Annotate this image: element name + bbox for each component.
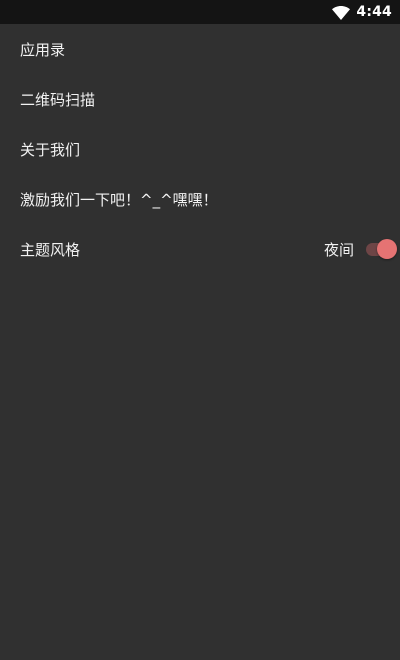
theme-value: 夜间 <box>323 240 354 259</box>
menu-item-label: 二维码扫描 <box>20 90 96 109</box>
status-time: 4:44 <box>356 4 392 20</box>
toggle-thumb <box>377 239 397 259</box>
status-bar: 4:44 <box>0 0 400 24</box>
menu-item-encourage-us[interactable]: 激励我们一下吧！^_^嘿嘿！ <box>0 174 400 224</box>
menu-item-label: 关于我们 <box>20 140 81 159</box>
menu-item-app-list[interactable]: 应用录 <box>0 24 400 74</box>
menu-item-label: 应用录 <box>20 40 66 59</box>
menu-item-qr-scan[interactable]: 二维码扫描 <box>0 74 400 124</box>
wifi-icon <box>332 5 351 20</box>
menu-item-label: 激励我们一下吧！^_^嘿嘿！ <box>20 190 218 209</box>
theme-toggle[interactable] <box>366 239 397 259</box>
menu-item-label: 主题风格 <box>20 240 81 259</box>
menu-item-about-us[interactable]: 关于我们 <box>0 124 400 174</box>
menu-item-theme[interactable]: 主题风格 夜间 <box>0 224 400 274</box>
settings-menu: 应用录 二维码扫描 关于我们 激励我们一下吧！^_^嘿嘿！ 主题风格 夜间 <box>0 24 400 274</box>
